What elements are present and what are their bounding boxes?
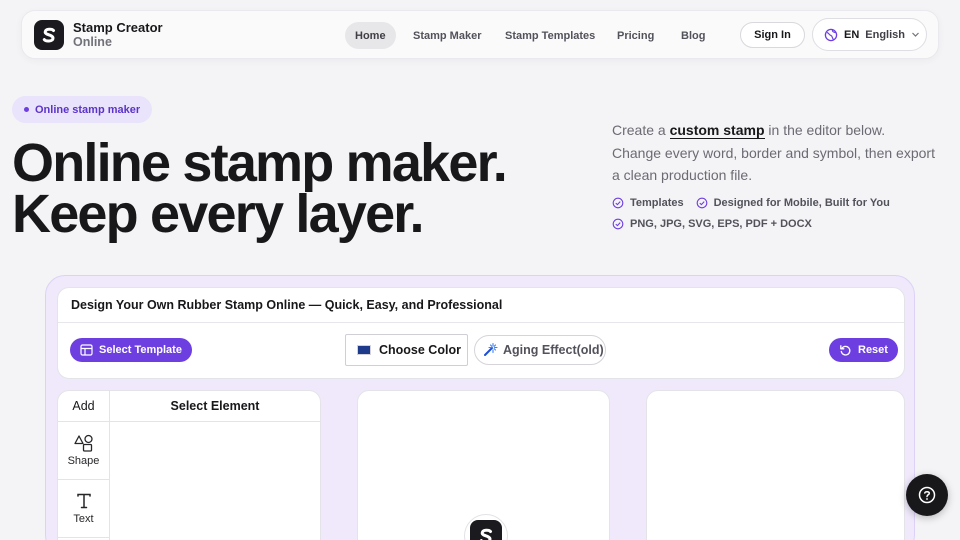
aging-effect-button[interactable]: Aging Effect(old): [474, 335, 606, 365]
template-icon: [80, 344, 93, 356]
reset-icon: [840, 344, 851, 356]
reset-button[interactable]: Reset: [829, 338, 898, 362]
color-swatch: [357, 345, 371, 355]
reset-label: Reset: [858, 344, 888, 356]
shape-label: Shape: [67, 455, 100, 467]
editor-title: Design Your Own Rubber Stamp Online — Qu…: [71, 298, 503, 312]
hero-title-line-1: Online stamp maker.: [12, 133, 508, 193]
hero-badge: Online stamp maker: [12, 96, 153, 123]
element-panel: Add Shape Text Select Element: [57, 390, 321, 540]
top-navbar: Stamp Creator Online Home Stamp Maker St…: [21, 10, 939, 59]
help-button[interactable]: [906, 474, 948, 516]
select-element-header: Select Element: [110, 391, 320, 422]
feature-item: Designed for Mobile, Built for You: [696, 197, 890, 209]
add-header: Add: [58, 391, 109, 422]
language-code: EN: [844, 28, 860, 41]
properties-panel: [646, 390, 905, 540]
select-template-button[interactable]: Select Template: [70, 338, 192, 362]
add-toolbar: Add Shape Text: [58, 391, 110, 540]
brand-subtitle[interactable]: Online: [73, 35, 112, 49]
help-icon: [918, 486, 936, 504]
custom-stamp-link[interactable]: custom stamp: [669, 122, 765, 139]
magic-wand-icon: [484, 342, 498, 356]
hero-title-line-2: Keep every layer.: [12, 184, 425, 244]
editor-toolbar: Design Your Own Rubber Stamp Online — Qu…: [57, 287, 905, 379]
add-text-button[interactable]: Text: [58, 480, 109, 538]
shapes-icon: [73, 434, 93, 452]
feature-label: Templates: [630, 197, 684, 209]
check-circle-icon: [696, 197, 707, 209]
nav-stamp-maker[interactable]: Stamp Maker: [403, 22, 491, 49]
nav-home[interactable]: Home: [345, 22, 396, 49]
globe-icon: [824, 28, 838, 41]
feature-item: Templates: [612, 197, 684, 209]
nav-blog[interactable]: Blog: [671, 22, 715, 49]
hero-description: Create a custom stamp in the editor belo…: [612, 119, 938, 187]
check-circle-icon: [612, 218, 624, 230]
stamp-canvas[interactable]: [357, 390, 610, 540]
feature-label: Designed for Mobile, Built for You: [713, 197, 890, 209]
brand-name[interactable]: Stamp Creator: [73, 21, 163, 35]
chevron-down-icon: [912, 32, 919, 37]
text-label: Text: [73, 513, 94, 525]
feature-label: PNG, JPG, SVG, EPS, PDF + DOCX: [630, 218, 812, 230]
choose-color-label: Choose Color: [379, 343, 461, 357]
toolbar-divider: [58, 322, 904, 323]
sign-in-button[interactable]: Sign In: [740, 22, 805, 48]
feature-row-2: PNG, JPG, SVG, EPS, PDF + DOCX: [612, 218, 824, 230]
nav-pricing[interactable]: Pricing: [607, 22, 664, 49]
feature-item: PNG, JPG, SVG, EPS, PDF + DOCX: [612, 218, 812, 230]
aging-effect-label: Aging Effect(old): [503, 343, 604, 357]
add-shape-button[interactable]: Shape: [58, 422, 109, 480]
logo-icon: [470, 520, 502, 540]
nav-stamp-templates[interactable]: Stamp Templates: [495, 22, 605, 49]
stamp-preview-logo: [464, 514, 508, 540]
logo-icon[interactable]: [34, 20, 64, 50]
language-selector[interactable]: EN English: [812, 18, 927, 51]
hero-desc-text-1: Create a: [612, 122, 670, 138]
select-template-label: Select Template: [99, 344, 182, 356]
hero-title: Online stamp maker. Keep every layer.: [12, 133, 572, 244]
language-name: English: [865, 28, 906, 41]
choose-color-button[interactable]: Choose Color: [345, 334, 468, 366]
text-icon: [76, 493, 91, 509]
check-circle-icon: [612, 197, 624, 209]
stamp-editor: Design Your Own Rubber Stamp Online — Qu…: [45, 275, 915, 540]
feature-row-1: Templates Designed for Mobile, Built for…: [612, 197, 902, 209]
